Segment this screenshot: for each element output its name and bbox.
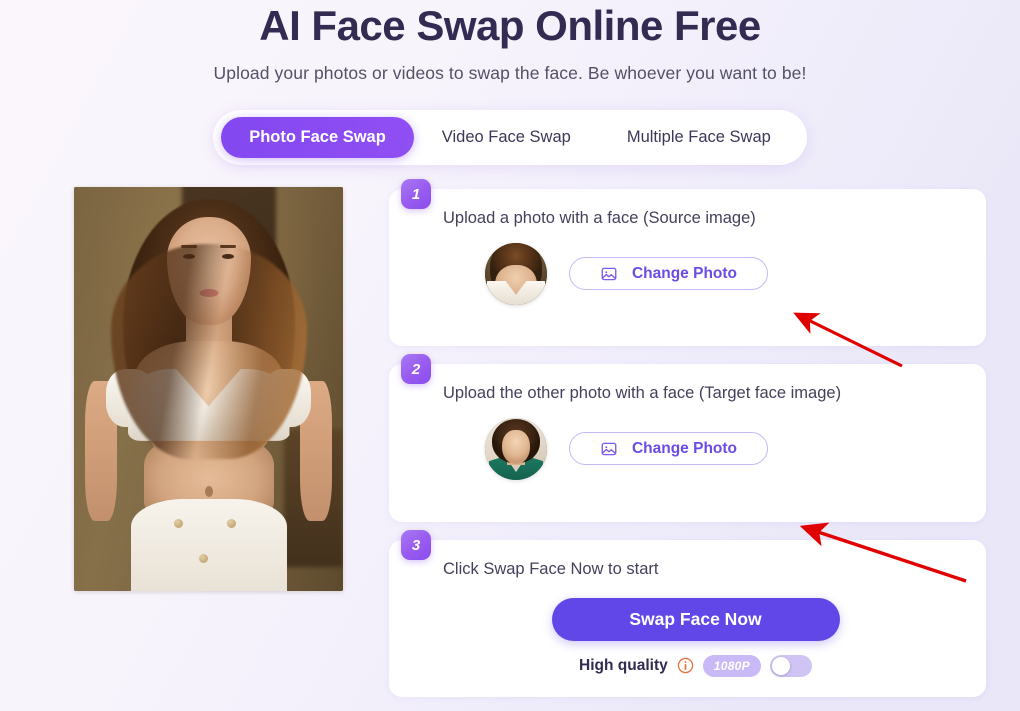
- step-1-controls: Change Photo: [427, 242, 964, 305]
- target-thumb-face: [502, 430, 530, 465]
- step-title-3: Click Swap Face Now to start: [443, 560, 659, 579]
- steps-column: 1 Upload a photo with a face (Source ima…: [389, 179, 986, 697]
- toggle-knob: [771, 656, 790, 675]
- step-card-1: 1 Upload a photo with a face (Source ima…: [389, 179, 986, 347]
- main-content: 1 Upload a photo with a face (Source ima…: [0, 165, 1020, 697]
- quality-settings-row: High quality 1080P: [427, 654, 964, 677]
- hero-section: AI Face Swap Online Free Upload your pho…: [0, 0, 1020, 84]
- step-number-badge-2: 2: [401, 354, 431, 385]
- resolution-badge: 1080P: [702, 654, 761, 677]
- tab-video-face-swap[interactable]: Video Face Swap: [414, 117, 599, 158]
- source-face-thumbnail[interactable]: [485, 242, 547, 305]
- tab-bar: Photo Face Swap Video Face Swap Multiple…: [213, 110, 807, 166]
- tab-multiple-face-swap[interactable]: Multiple Face Swap: [599, 117, 799, 158]
- change-photo-button-source[interactable]: Change Photo: [569, 257, 768, 291]
- tab-bar-wrapper: Photo Face Swap Video Face Swap Multiple…: [0, 110, 1020, 166]
- target-face-thumbnail[interactable]: [485, 417, 547, 480]
- tab-photo-face-swap[interactable]: Photo Face Swap: [221, 117, 414, 159]
- step-2-controls: Change Photo: [427, 417, 964, 480]
- page-title: AI Face Swap Online Free: [259, 2, 761, 49]
- preview-button-2: [227, 519, 237, 529]
- preview-navel: [204, 485, 213, 497]
- step-number-badge-3: 3: [401, 530, 431, 561]
- preview-button-1: [174, 519, 184, 529]
- step-title-2: Upload the other photo with a face (Targ…: [443, 384, 842, 403]
- swap-face-now-button[interactable]: Swap Face Now: [551, 597, 840, 641]
- preview-button-3: [199, 554, 209, 564]
- info-icon[interactable]: [677, 657, 694, 674]
- high-quality-label: High quality: [579, 656, 668, 674]
- step-card-3: 3 Click Swap Face Now to start Swap Face…: [389, 530, 986, 697]
- step-number-badge-1: 1: [401, 179, 431, 210]
- high-quality-toggle[interactable]: [769, 654, 812, 677]
- step-title-1: Upload a photo with a face (Source image…: [443, 209, 756, 228]
- image-icon: [601, 267, 617, 281]
- preview-hair-front: [110, 243, 307, 459]
- step-card-2: 2 Upload the other photo with a face (Ta…: [389, 354, 986, 523]
- image-icon: [601, 442, 617, 456]
- preview-pants: [130, 499, 287, 592]
- page-subtitle: Upload your photos or videos to swap the…: [213, 63, 807, 84]
- change-photo-label-source: Change Photo: [631, 264, 738, 282]
- result-preview-image[interactable]: [74, 187, 343, 592]
- change-photo-button-target[interactable]: Change Photo: [569, 432, 768, 466]
- change-photo-label-target: Change Photo: [631, 439, 738, 457]
